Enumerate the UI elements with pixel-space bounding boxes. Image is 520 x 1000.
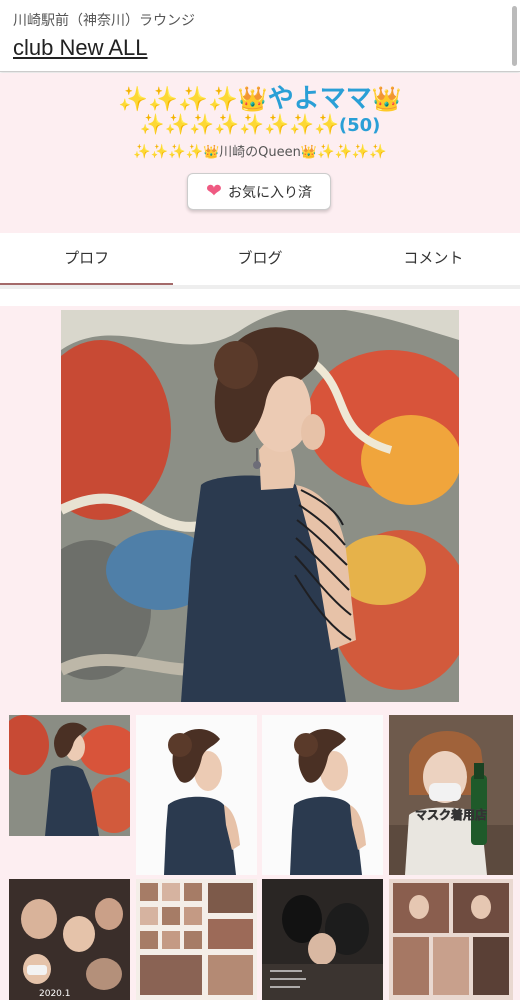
shop-name-link[interactable]: club New ALL <box>13 35 148 61</box>
gallery-thumbnail[interactable] <box>9 715 130 836</box>
sparkle-icon: ✨ <box>313 112 339 136</box>
tab-comment[interactable]: コメント <box>347 233 520 289</box>
sparkle-icon: ✨ <box>369 144 387 160</box>
cast-profile-header: ✨✨✨✨👑やよママ👑 ✨✨✨✨✨✨✨✨(50) ✨✨✨✨👑川崎のQueen👑✨✨… <box>0 73 520 233</box>
scrollbar[interactable] <box>512 6 517 66</box>
sparkle-icon: ✨ <box>351 144 370 160</box>
sparkle-icon: ✨ <box>164 112 190 136</box>
cast-catchphrase: 川崎のQueen <box>219 145 301 160</box>
sparkle-icon: ✨ <box>168 144 186 160</box>
gallery-thumbnail[interactable] <box>389 879 513 1000</box>
gallery-thumbnail[interactable]: マスク着用店 <box>389 715 513 875</box>
gallery-thumbnail[interactable] <box>262 879 383 1000</box>
tab-blog[interactable]: ブログ <box>173 233 346 289</box>
crown-icon: 👑 <box>300 145 318 160</box>
sparkle-icon: ✨ <box>214 112 240 136</box>
profile-tabs: プロフ ブログ コメント <box>0 233 520 289</box>
sparkle-icon: ✨ <box>207 85 238 113</box>
gallery-thumbnail[interactable] <box>136 879 257 1000</box>
crown-icon: 👑 <box>202 145 220 160</box>
favorite-button-label: お気に入り済 <box>227 184 312 201</box>
sparkle-icon: ✨ <box>264 112 290 136</box>
tab-profile[interactable]: プロフ <box>0 233 174 289</box>
sparkle-icon: ✨ <box>139 112 165 136</box>
mask-store-label: マスク着用店 <box>415 807 487 822</box>
sparkle-icon: ✨ <box>150 144 169 160</box>
photo-gallery: マスク着用店 2020.1 <box>0 306 520 1000</box>
cast-name-row: ✨✨✨✨👑やよママ👑 <box>0 83 520 114</box>
photo-date-label: 2020.1 <box>39 989 71 999</box>
sparkle-icon: ✨ <box>178 85 208 113</box>
tab-underline-track <box>0 285 520 289</box>
sparkle-icon: ✨ <box>133 144 151 160</box>
cast-age: (50) <box>338 115 381 136</box>
sparkle-icon: ✨ <box>239 112 265 136</box>
shop-area-label: 川崎駅前（神奈川）ラウンジ <box>13 13 195 29</box>
sparkle-icon: ✨ <box>289 112 314 136</box>
sparkle-icon: ✨ <box>118 85 149 113</box>
cast-name: やよママ <box>267 83 372 113</box>
sparkle-icon: ✨ <box>334 144 352 160</box>
gallery-thumbnail[interactable] <box>136 715 257 875</box>
sparkle-icon: ✨ <box>148 85 179 113</box>
sparkle-icon: ✨ <box>189 112 215 136</box>
gallery-thumbnail[interactable]: 2020.1 <box>9 879 130 1000</box>
heart-icon: ❤ <box>206 180 222 202</box>
sparkle-icon: ✨ <box>185 144 203 160</box>
favorite-button[interactable]: ❤ お気に入り済 <box>187 173 331 210</box>
page-header: 川崎駅前（神奈川）ラウンジ club New ALL <box>0 0 520 72</box>
gallery-thumbnail[interactable] <box>262 715 383 875</box>
crown-icon: 👑 <box>371 85 402 113</box>
sparkle-icon: ✨ <box>317 144 335 160</box>
main-profile-photo[interactable] <box>61 310 459 702</box>
cast-catchphrase-row: ✨✨✨✨👑川崎のQueen👑✨✨✨✨ <box>0 141 520 160</box>
cast-age-row: ✨✨✨✨✨✨✨✨(50) <box>0 111 520 139</box>
crown-icon: 👑 <box>237 85 268 113</box>
